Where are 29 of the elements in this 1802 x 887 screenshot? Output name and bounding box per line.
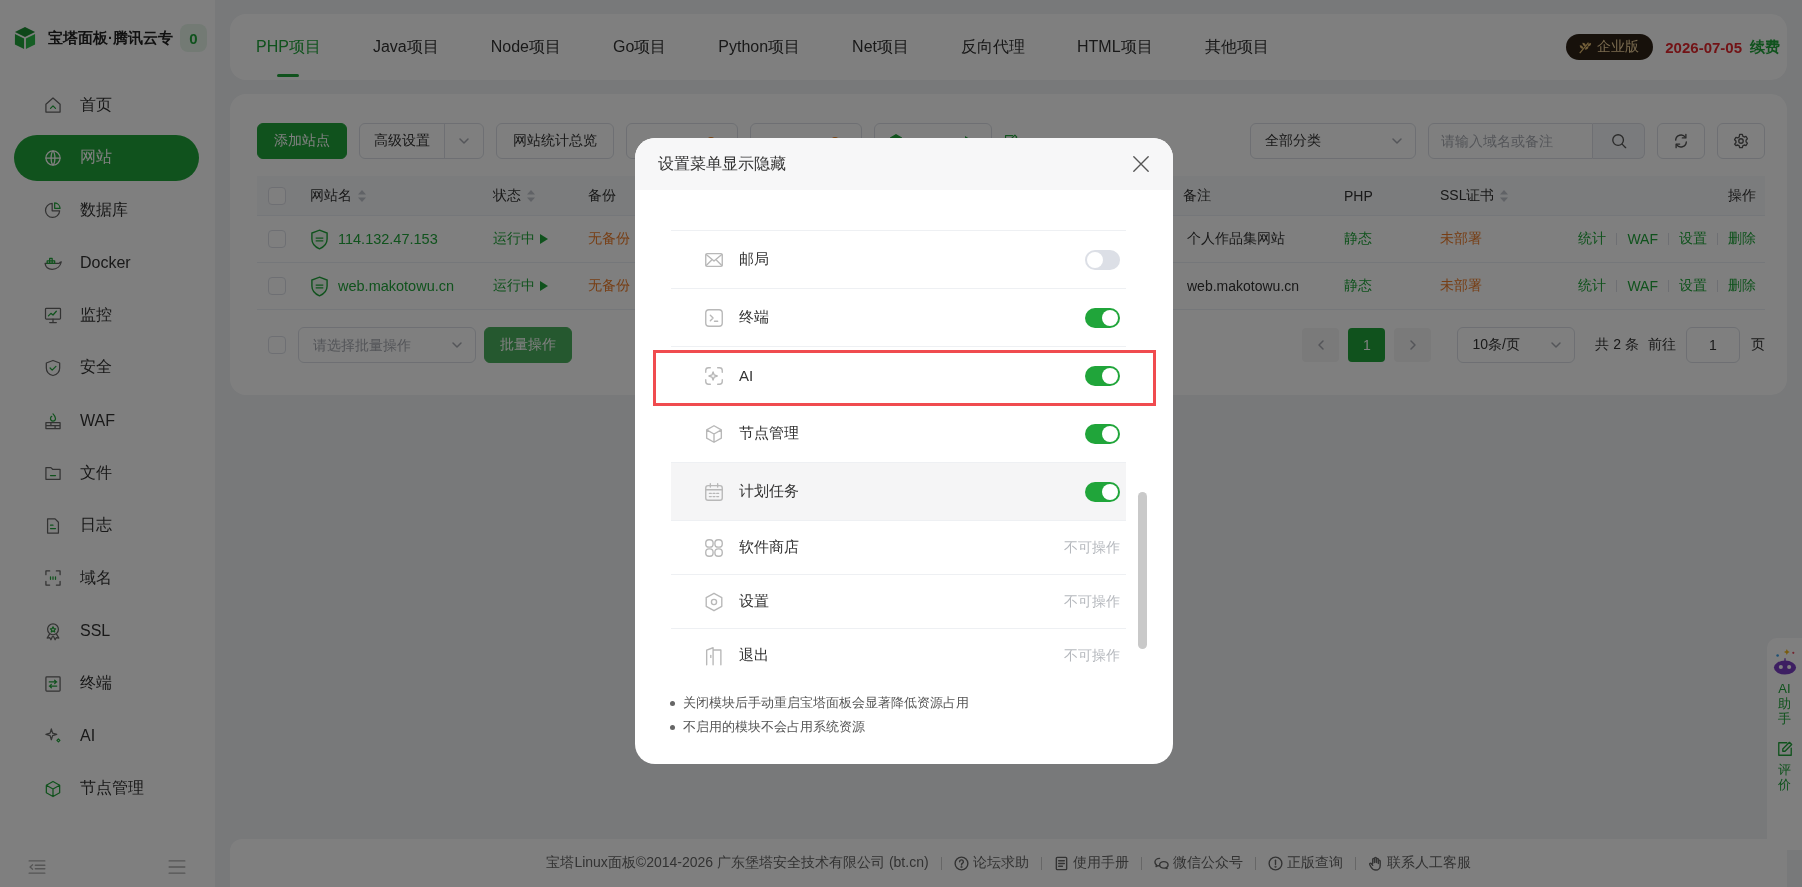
column-header: SSL证书: [1440, 186, 1495, 205]
modal-title: 设置菜单显示隐藏: [658, 153, 786, 174]
note-text: 关闭模块后手动重启宝塔面板会显著降低资源占用: [683, 694, 969, 712]
menu-label: 节点管理: [739, 424, 799, 443]
expiry-date: 2026-07-05: [1665, 38, 1742, 56]
disabled-note: 不可操作: [1064, 592, 1120, 611]
disabled-note: 不可操作: [1064, 646, 1120, 665]
menu-label: AI: [739, 367, 754, 384]
total-count: 共 2 条: [1595, 336, 1639, 354]
column-header: 操作: [1728, 186, 1756, 205]
note-text: 个人作品集网站: [1187, 230, 1285, 248]
goto-label: 前往: [1648, 336, 1676, 354]
disabled-note: 不可操作: [1064, 538, 1120, 557]
menu-label: 退出: [739, 646, 769, 665]
column-header: 状态: [493, 186, 521, 205]
menu-label: 邮局: [739, 250, 769, 269]
column-header: PHP: [1344, 187, 1373, 204]
brand-title: 宝塔面板·腾讯云专: [48, 28, 173, 48]
menu-label: 设置: [739, 592, 769, 611]
column-header: 备注: [1183, 186, 1211, 205]
menu-label: 计划任务: [739, 482, 799, 501]
column-header: 备份: [588, 186, 616, 205]
menu-label: 软件商店: [739, 538, 799, 557]
page-unit-label: 页: [1751, 336, 1765, 354]
column-header: 网站名: [310, 186, 352, 205]
note-text: web.makotowu.cn: [1187, 278, 1300, 294]
note-text: 不启用的模块不会占用系统资源: [683, 718, 865, 736]
copyright-text: 宝塔Linux面板©2014-2026 广东堡塔安全技术有限公司 (bt.cn): [546, 854, 929, 872]
menu-label: 终端: [739, 308, 769, 327]
